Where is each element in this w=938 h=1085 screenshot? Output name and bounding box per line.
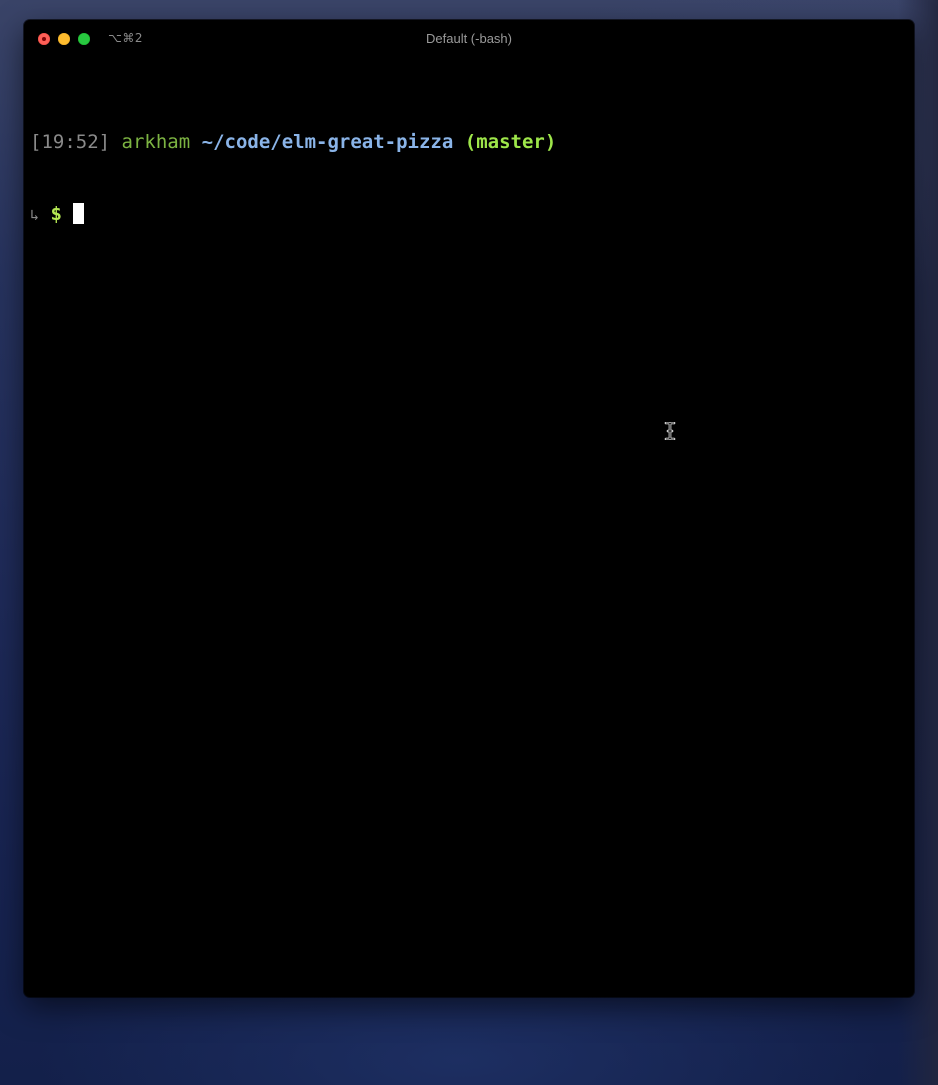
prompt-time: [19:52] (30, 131, 111, 153)
continuation-arrow-icon: ↳ (30, 206, 40, 224)
prompt-symbol: $ (50, 203, 62, 225)
input-line[interactable]: ↳ $ (30, 202, 556, 226)
terminal-output[interactable]: [19:52] arkham ~/code/elm-great-pizza (m… (30, 82, 556, 274)
terminal-window[interactable]: ⌥⌘2 Default (-bash) [19:52] arkham ~/cod… (24, 20, 914, 997)
title-bar[interactable]: ⌥⌘2 Default (-bash) (24, 20, 914, 58)
window-title: Default (-bash) (426, 31, 512, 46)
prompt-branch: (master) (464, 131, 557, 153)
ibeam-cursor-icon (664, 422, 676, 440)
text-cursor (73, 203, 85, 224)
prompt-path: ~/code/elm-great-pizza (201, 131, 454, 153)
prompt-line: [19:52] arkham ~/code/elm-great-pizza (m… (30, 130, 556, 154)
prompt-user: arkham (121, 131, 191, 153)
